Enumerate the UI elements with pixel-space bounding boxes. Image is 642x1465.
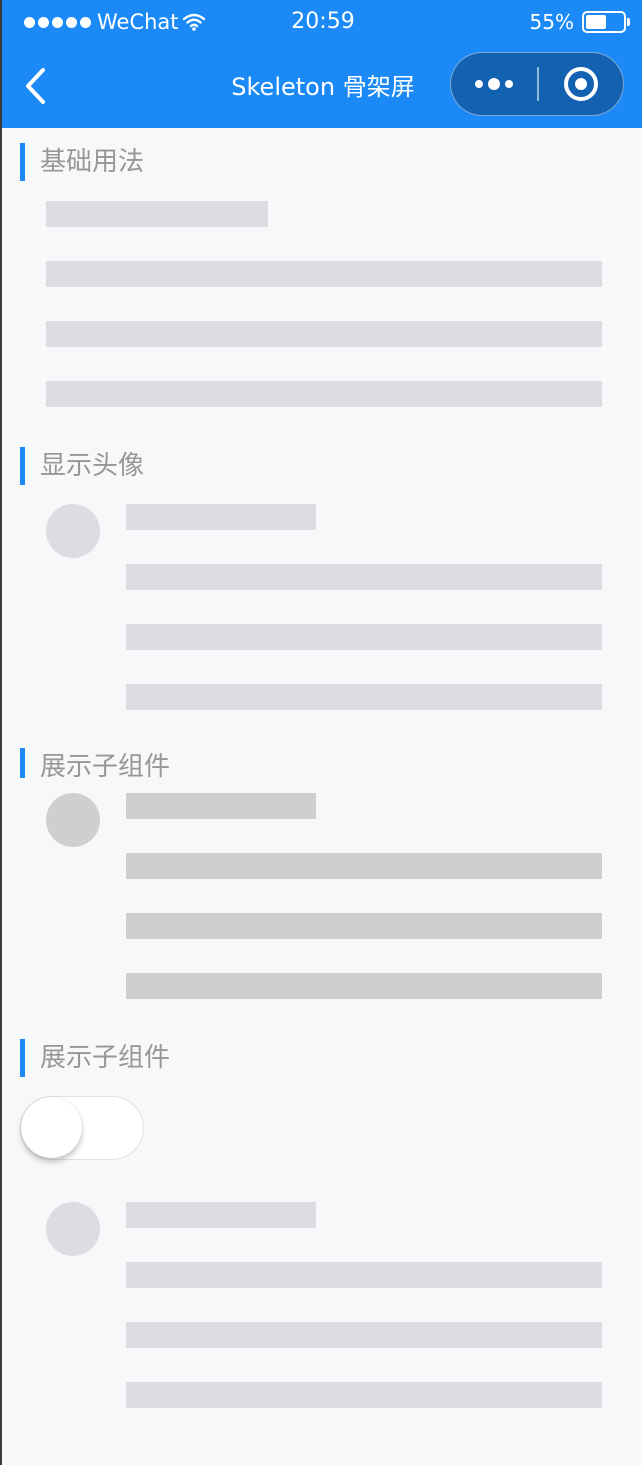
status-battery-group: 55%: [530, 9, 630, 35]
skeleton-row: [126, 1262, 602, 1288]
section-title-animate: 展示子组件: [20, 748, 170, 778]
section-accent-bar: [20, 1039, 25, 1077]
skeleton-avatar: [46, 504, 100, 558]
section-title-text: 基础用法: [40, 147, 145, 177]
skeleton-row: [126, 1382, 602, 1408]
skeleton-title: [126, 1202, 316, 1228]
section-accent-bar: [20, 748, 25, 778]
battery-icon: [582, 11, 630, 33]
skeleton-row: [126, 564, 602, 590]
section-accent-bar: [20, 143, 25, 181]
skeleton-row: [46, 321, 602, 347]
section-accent-bar: [20, 447, 25, 485]
skeleton-avatar: [46, 793, 100, 847]
section-title-text: 显示头像: [40, 451, 145, 481]
section-title-text: 展示子组件: [40, 1043, 171, 1073]
skeleton-title: [46, 201, 268, 227]
skeleton-row: [126, 684, 602, 710]
skeleton-title: [126, 793, 316, 819]
battery-percent: 55%: [529, 10, 574, 34]
skeleton-title: [126, 504, 316, 530]
section-title-text: 展示子组件: [40, 752, 171, 778]
section-title-basic: 基础用法: [20, 143, 144, 181]
skeleton-row: [46, 261, 602, 287]
skeleton-row: [126, 973, 602, 999]
skeleton-row: [126, 853, 602, 879]
section-title-children: 展示子组件: [20, 1039, 170, 1077]
section-title-avatar: 显示头像: [20, 447, 144, 485]
skeleton-avatar: [46, 1202, 100, 1256]
skeleton-row: [46, 381, 602, 407]
show-content-switch[interactable]: [20, 1096, 144, 1160]
skeleton-row: [126, 913, 602, 939]
app-frame: WeChat 20:59 55% Skeleton 骨架屏 基础用法 显示头像 …: [0, 0, 642, 1465]
switch-knob: [21, 1097, 82, 1158]
more-dots-icon[interactable]: [451, 53, 537, 115]
mini-program-capsule: [450, 52, 624, 116]
target-circle-icon[interactable]: [539, 53, 624, 115]
nav-header: WeChat 20:59 55% Skeleton 骨架屏: [2, 0, 642, 128]
skeleton-row: [126, 624, 602, 650]
skeleton-row: [126, 1322, 602, 1348]
